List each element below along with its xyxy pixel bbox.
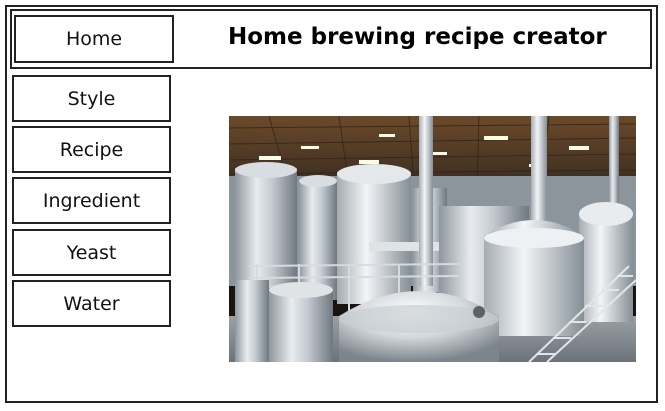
sidebar-item-ingredient[interactable]: Ingredient bbox=[12, 177, 171, 224]
home-button[interactable]: Home bbox=[14, 15, 174, 63]
sidebar-item-water[interactable]: Water bbox=[12, 280, 171, 327]
sidebar-item-recipe[interactable]: Recipe bbox=[12, 126, 171, 173]
page-title: Home brewing recipe creator bbox=[228, 24, 607, 50]
sidebar-item-style[interactable]: Style bbox=[12, 75, 171, 122]
brewery-photo bbox=[229, 116, 636, 362]
sidebar-item-yeast[interactable]: Yeast bbox=[12, 229, 171, 276]
